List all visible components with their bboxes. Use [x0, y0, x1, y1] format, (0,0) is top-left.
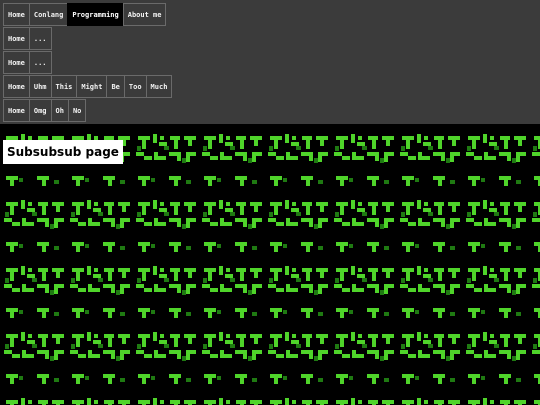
nav-row-5: Home Omg Oh No [3, 99, 87, 122]
nav-more[interactable]: ... [28, 51, 52, 74]
nav-row-3: Home ... [3, 51, 52, 74]
nav-home[interactable]: Home [3, 51, 29, 74]
nav-row-1: Home Conlang Programming About me [3, 3, 167, 26]
nav-too[interactable]: Too [123, 75, 146, 98]
nav-conlang[interactable]: Conlang [28, 3, 68, 26]
nav-home[interactable]: Home [3, 75, 29, 98]
nav-row-4: Home Uhm This Might Be Too Much [3, 75, 173, 98]
nav-more[interactable]: ... [28, 27, 52, 50]
nav-omg[interactable]: Omg [28, 99, 51, 122]
nav-oh[interactable]: Oh [50, 99, 68, 122]
nav-might[interactable]: Might [76, 75, 107, 98]
nav-home[interactable]: Home [3, 99, 29, 122]
nav-programming[interactable]: Programming [67, 3, 123, 26]
nav-much[interactable]: Much [145, 75, 173, 98]
page: Home Conlang Programming About me Home .… [0, 0, 540, 405]
nav-about-me[interactable]: About me [122, 3, 167, 26]
nav-uhm[interactable]: Uhm [28, 75, 51, 98]
navigation-bar: Home Conlang Programming About me Home .… [0, 0, 540, 124]
nav-this[interactable]: This [50, 75, 77, 98]
nav-home[interactable]: Home [3, 27, 29, 50]
nav-row-2: Home ... [3, 27, 52, 50]
nav-be[interactable]: Be [106, 75, 124, 98]
page-title: Subsubsub page [3, 140, 123, 165]
nav-home[interactable]: Home [3, 3, 29, 26]
nav-no[interactable]: No [67, 99, 87, 122]
